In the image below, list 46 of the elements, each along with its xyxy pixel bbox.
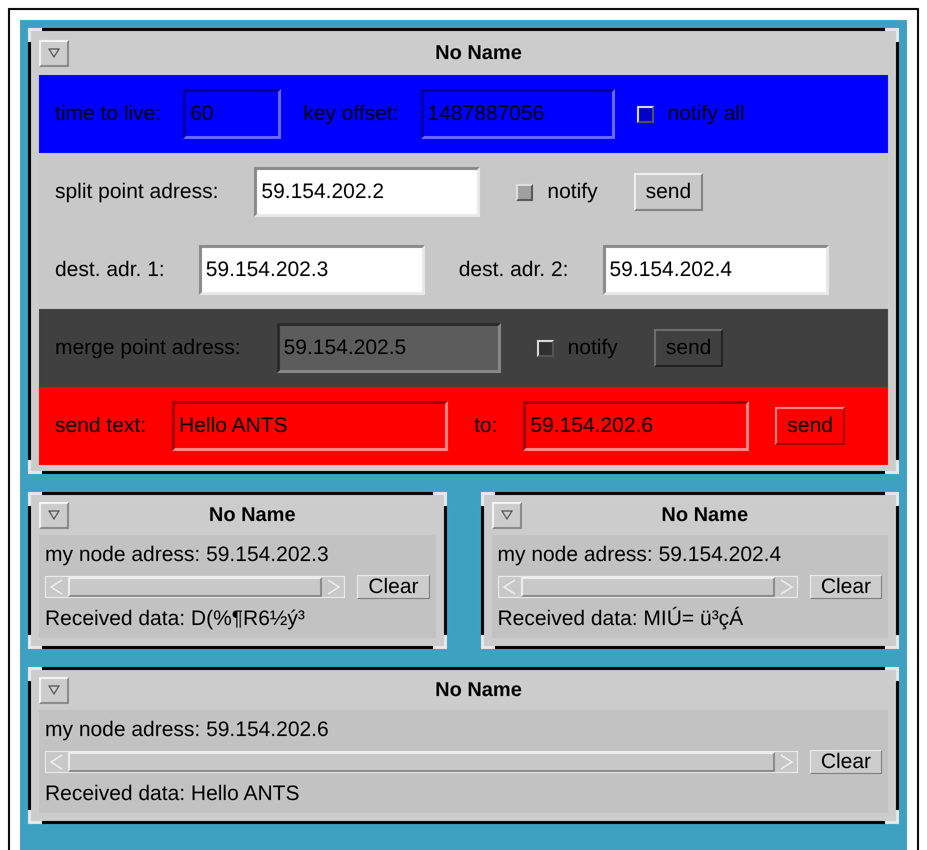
clear-button[interactable]: Clear	[810, 750, 882, 774]
triangle-down-icon	[500, 510, 512, 520]
text-field[interactable]: 59.154.202.6	[523, 401, 750, 451]
window-menu-button[interactable]	[39, 502, 69, 528]
window-menu-button[interactable]	[39, 676, 69, 704]
scroll-thumb[interactable]	[68, 576, 322, 596]
window-title: No Name	[434, 678, 523, 703]
field-label: key offset:	[303, 101, 399, 128]
field-label: time to live:	[55, 101, 162, 128]
window-title: No Name	[660, 503, 750, 528]
field-label: dest. adr. 1:	[55, 257, 165, 284]
checkbox-label: notify all	[668, 101, 745, 128]
field-label: merge point adress:	[55, 335, 241, 362]
field-label: to:	[474, 413, 498, 440]
scroll-thumb[interactable]	[520, 576, 775, 596]
node-address: my node adress: 59.154.202.4	[498, 542, 782, 568]
field-label: send text:	[55, 413, 146, 440]
horizontal-scrollbar[interactable]	[45, 576, 346, 598]
node-address: my node adress: 59.154.202.3	[45, 542, 330, 568]
field-label: dest. adr. 2:	[458, 257, 568, 284]
field-label: split point adress:	[55, 179, 218, 206]
window-title: No Name	[434, 41, 523, 66]
checkbox-label: notify	[547, 179, 598, 206]
text-field[interactable]: Hello ANTS	[172, 401, 448, 451]
window-title: No Name	[208, 503, 297, 528]
triangle-down-icon	[48, 685, 60, 695]
send-button[interactable]: send	[775, 407, 845, 445]
checkbox[interactable]	[516, 184, 534, 200]
text-field[interactable]: 59.154.202.3	[198, 245, 425, 295]
checkbox[interactable]	[536, 340, 554, 356]
triangle-down-icon	[48, 510, 60, 520]
window-menu-button[interactable]	[492, 502, 522, 528]
horizontal-scrollbar[interactable]	[498, 576, 798, 598]
node-address: my node adress: 59.154.202.6	[45, 717, 330, 743]
clear-button[interactable]: Clear	[357, 574, 430, 598]
send-button[interactable]: send	[634, 173, 704, 211]
received-data: Received data: MIÚ= ü³çÁ	[498, 606, 744, 632]
clear-button[interactable]: Clear	[810, 574, 882, 598]
received-data: Received data: D(%¶R6½ý³	[45, 606, 306, 632]
checkbox-label: notify	[568, 335, 618, 362]
text-field[interactable]: 59.154.202.2	[254, 167, 480, 217]
triangle-down-icon	[48, 48, 60, 58]
window-menu-button[interactable]	[39, 40, 69, 66]
text-field[interactable]: 59.154.202.4	[602, 245, 828, 295]
received-data: Received data: Hello ANTS	[45, 780, 300, 806]
checkbox[interactable]	[636, 106, 654, 122]
